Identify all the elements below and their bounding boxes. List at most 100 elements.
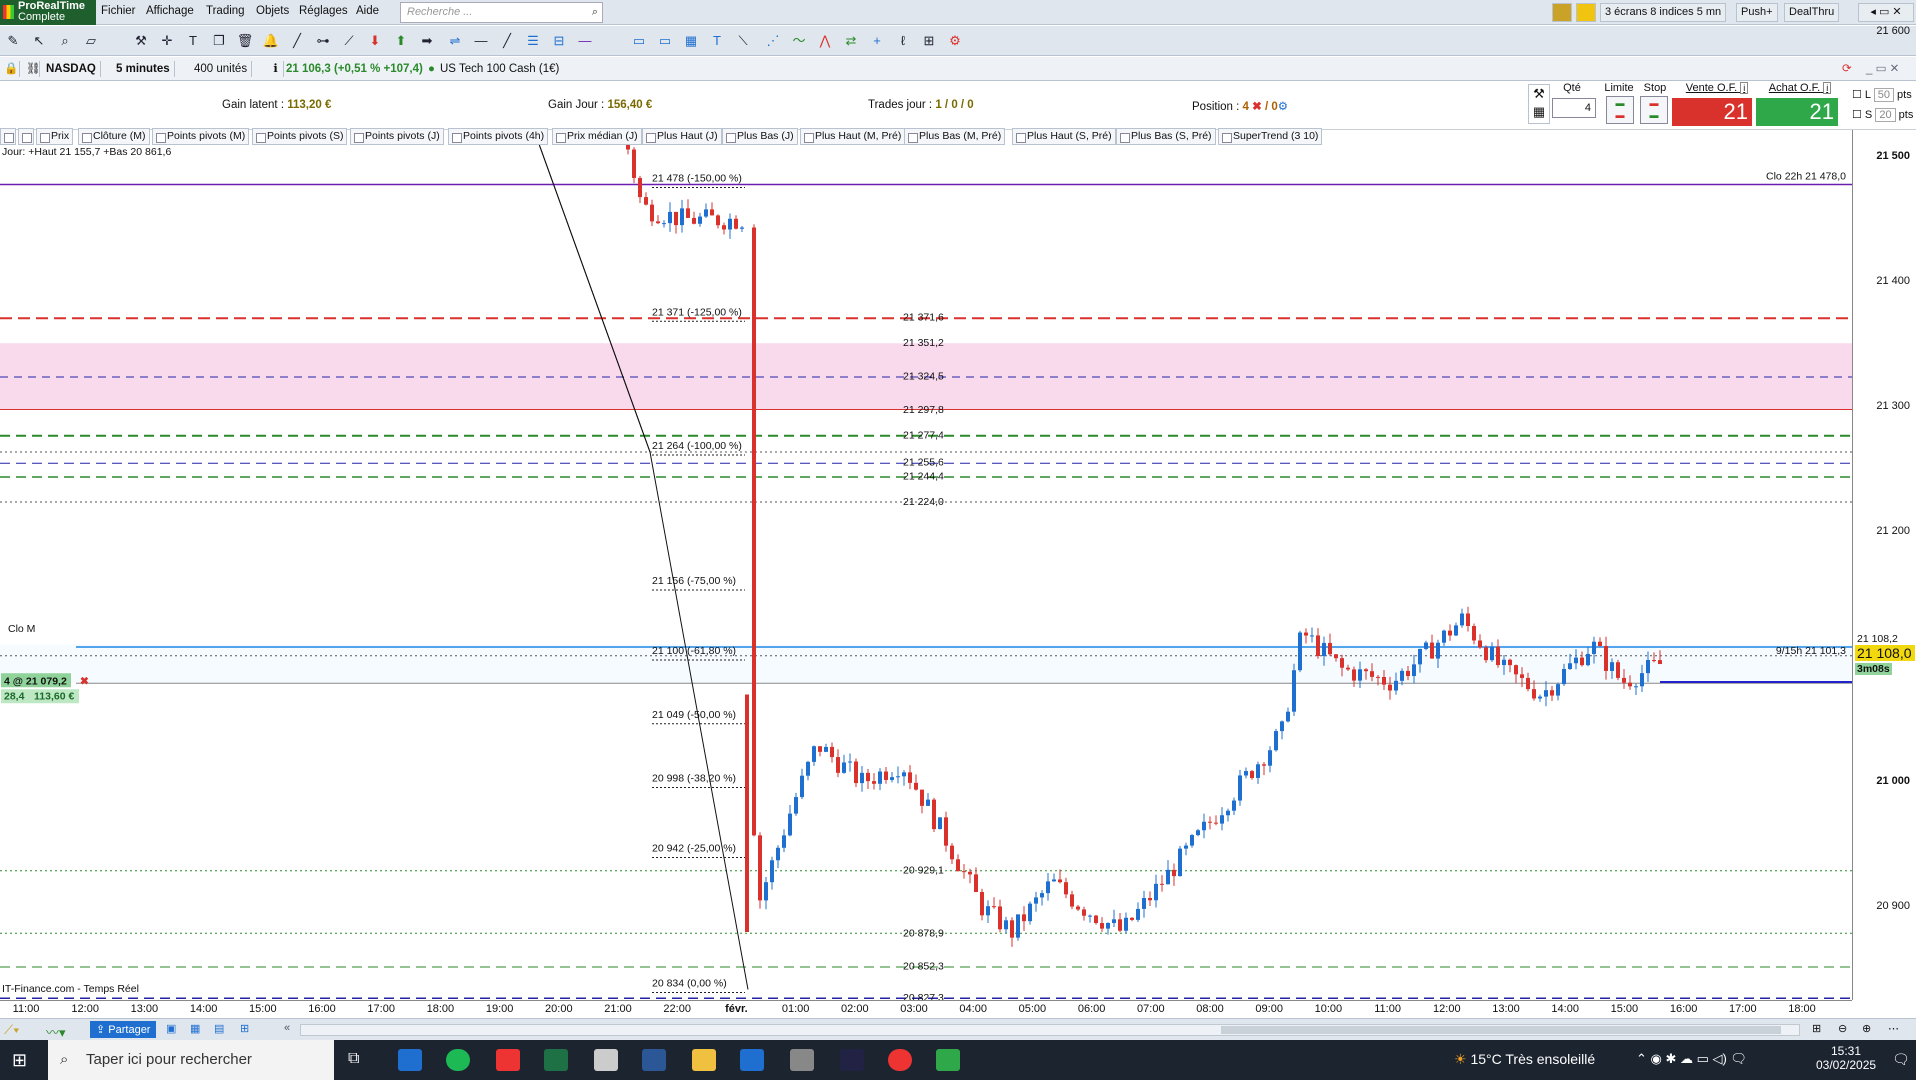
trend-icon[interactable] [1552,3,1572,22]
menu-fichier[interactable]: Fichier [101,5,136,17]
screens-button[interactable]: 3 écrans 8 indices 5 mn [1600,3,1727,22]
arrow-down-icon[interactable]: ⬇ [366,32,384,50]
zoom-fit-icon[interactable]: ⊞ [1812,1022,1821,1035]
hline-purple-icon[interactable]: — [576,32,594,50]
lock-icon[interactable]: 🔒 [0,61,20,77]
box-icon[interactable]: ▭ [630,32,648,50]
copy-icon[interactable]: ❐ [210,32,228,50]
pen-tool-icon[interactable]: ⟋ [340,32,358,50]
task-view-icon[interactable]: ⧉ [348,1050,359,1068]
excel-icon[interactable] [544,1049,568,1071]
app-icon[interactable] [840,1049,864,1071]
abc-icon[interactable]: ℓ [894,32,912,50]
menu-aide[interactable]: Aide [356,5,379,17]
bell-icon[interactable]: 🔔 [262,32,280,50]
calendar-icon[interactable]: ▦ [190,1022,200,1035]
indicator-chip[interactable]: Plus Haut (S, Pré) [1012,128,1116,145]
line-tool-icon[interactable]: ╱ [288,32,306,50]
indicator-chip[interactable]: Prix médian (J) [552,128,642,145]
indicator-chip[interactable]: Points pivots (4h) [448,128,549,145]
word-icon[interactable] [642,1049,666,1071]
buy-button[interactable]: 21 108,6 [1756,98,1838,152]
arrow-right-icon[interactable]: ➡ [418,32,436,50]
explorer-icon[interactable] [692,1049,716,1071]
window-controls[interactable]: ◂ ▭ ✕ [1858,3,1914,22]
menu-reglages[interactable]: Réglages [299,5,348,17]
chart-window-controls[interactable]: _ ▭ ✕ [1862,61,1916,77]
arrow-up-icon[interactable]: ⬆ [392,32,410,50]
search-input[interactable]: Recherche ... ⌕ [400,2,603,23]
cursor-icon[interactable]: ↖ [30,32,48,50]
close-position-icon[interactable]: ✖ [1249,101,1262,113]
gann-icon[interactable]: ▦ [682,32,700,50]
indicator-chip[interactable]: Plus Bas (J) [722,128,798,145]
price-chart[interactable]: 21 692 (-200,00 %)21 585 (-175,00 %)21 4… [0,130,1916,1000]
weather[interactable]: ☀ 15°C Très ensoleillé [1454,1051,1595,1068]
indicator-chip[interactable]: Plus Bas (S, Pré) [1116,128,1216,145]
units-select[interactable]: 400 unités [190,61,253,77]
channel-icon[interactable]: ⇌ [446,32,464,50]
refresh-icon[interactable]: ⟳ [1838,61,1860,77]
segment-icon[interactable]: ⊶ [314,32,332,50]
settings-tool-icon[interactable]: ⚙ [946,32,964,50]
chrome-icon[interactable] [888,1049,912,1071]
horizontal-scrollbar[interactable] [300,1024,1800,1036]
tools-icon[interactable]: ⚒ [132,32,150,50]
store-icon[interactable] [398,1049,422,1071]
indicator-chip[interactable]: Points pivots (M) [152,128,250,145]
limit-order-button[interactable]: ▬ ▬ [1606,96,1634,124]
text-icon[interactable]: T [184,32,202,50]
ig-icon[interactable] [496,1049,520,1071]
indicator-chip[interactable]: Points pivots (J) [350,128,444,145]
elliott-icon[interactable]: ⋀ [816,32,834,50]
more-icon[interactable]: ⋯ [1888,1022,1899,1035]
stop-order-button[interactable]: ▬ ▬ [1640,96,1668,124]
measure-icon[interactable]: ⟍ [734,32,752,50]
windows-start-icon[interactable]: ⊞ [12,1050,27,1071]
box2-icon[interactable]: ▭ [656,32,674,50]
zoom-out-icon[interactable]: ⊖ [1838,1022,1847,1035]
indicator-chip[interactable]: Clôture (M) [78,128,150,145]
share-button[interactable]: ⇪ Partager [90,1021,157,1038]
flag-icon[interactable] [1576,3,1596,22]
indicator-chip[interactable]: Prix [36,128,74,145]
indicator-chip[interactable]: Plus Haut (J) [642,128,722,145]
indicators-icon[interactable]: 〰▾ [46,1022,66,1041]
symbol-select[interactable]: NASDAQ [42,61,101,77]
menu-objets[interactable]: Objets [256,5,289,17]
folder-icon[interactable] [594,1049,618,1071]
trendline-icon[interactable]: ╱ [498,32,516,50]
push-button[interactable]: Push+ [1736,3,1778,22]
grid-icon[interactable]: ⊞ [240,1022,249,1035]
text-box-icon[interactable]: T [708,32,726,50]
horizontal-line-icon[interactable]: — [472,32,490,50]
paint-icon[interactable] [790,1049,814,1071]
position-settings-icon[interactable]: ⚙ [1278,101,1288,113]
s-checkbox[interactable]: ☐ S 20 pts [1852,108,1913,122]
link-icon[interactable]: ⛓ [22,61,41,77]
fibonacci-icon[interactable]: ☰ [524,32,542,50]
screenshot-icon[interactable]: ▣ [166,1022,176,1035]
notification-icon[interactable]: 🗨 [1892,1051,1910,1068]
wave-icon[interactable]: 〜 [790,32,808,50]
add-indicator-icon[interactable]: + [0,128,16,145]
pencil-icon[interactable]: ✎ [4,32,22,50]
dealthru-button[interactable]: DealThru [1784,3,1840,22]
indicator-chip[interactable]: SuperTrend (3 10) [1218,128,1323,145]
search-icon[interactable]: ⌕ [592,6,598,19]
arrow-indicator-icon[interactable]: ↑ [18,128,34,145]
indicator-chip[interactable]: Points pivots (S) [252,128,348,145]
layout-icon[interactable]: ▤ [214,1022,224,1035]
taskbar-search[interactable]: ⌕ Taper ici pour rechercher [48,1040,334,1080]
l-checkbox[interactable]: ☐ L 50 pts [1852,88,1912,102]
zoom-icon[interactable]: ⌕ [56,32,74,50]
indicator-chip[interactable]: Plus Bas (M, Pré) [904,128,1006,145]
prorealtime-icon[interactable] [936,1049,960,1071]
timeframe-select[interactable]: 5 minutes [112,61,175,77]
clock[interactable]: 15:31 03/02/2025 [1816,1044,1876,1072]
time-axis[interactable]: 11:00 12:00 13:00 14:00 15:00 16:00 17:00 18:00… [0,1000,1852,1018]
menu-affichage[interactable]: Affichage [146,5,194,17]
calculator-icon[interactable] [740,1049,764,1071]
swap-icon[interactable]: ⇄ [842,32,860,50]
zoom-in-icon[interactable]: ⊕ [1862,1022,1871,1035]
